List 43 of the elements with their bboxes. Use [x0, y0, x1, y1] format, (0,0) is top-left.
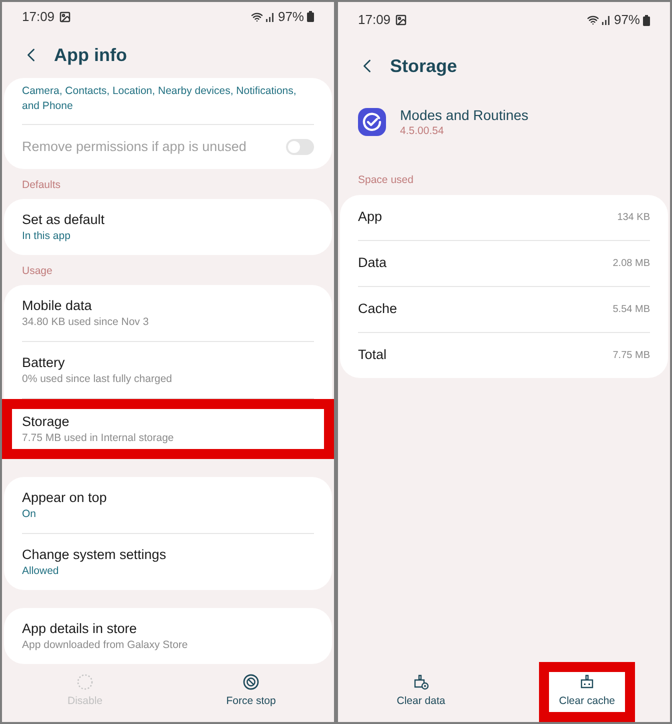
action-button[interactable]: Force stop: [206, 664, 296, 722]
brush-icon: [412, 674, 429, 690]
app-name: Modes and Routines: [400, 106, 528, 124]
section-label: Defaults: [22, 178, 61, 192]
settings-row[interactable]: Mobile data 34.80 KB used since Nov 3: [4, 285, 332, 342]
battery-percent: 97%: [614, 11, 640, 30]
storage-label: App: [358, 208, 382, 226]
battery-icon: [307, 11, 314, 22]
signal-icon: [602, 15, 611, 25]
app-icon: [358, 108, 386, 136]
screen-title: Storage: [390, 54, 458, 78]
settings-row[interactable]: Appear on top On: [4, 477, 332, 534]
settings-row[interactable]: Change system settings Allowed: [4, 534, 332, 590]
wifi-icon: [586, 14, 599, 26]
permissions-list: Camera, Contacts, Location, Nearby devices, Notifications, and Phone: [22, 84, 314, 114]
status-time: 17:09: [358, 11, 391, 30]
wifi-icon: [250, 10, 263, 23]
action-button[interactable]: Clear data: [376, 662, 466, 722]
image-icon: [394, 14, 407, 26]
stop-icon: [242, 674, 259, 690]
image-icon: [58, 10, 71, 23]
section-label: Space used: [358, 173, 414, 188]
storage-label: Cache: [358, 300, 398, 318]
battery-icon: [643, 14, 650, 26]
storage-label: Data: [358, 254, 387, 272]
storage-value: 5.54 MB: [612, 303, 650, 317]
storage-value: 7.75 MB: [612, 349, 650, 363]
storage-label: Total: [358, 346, 387, 364]
app-version: 4.5.00.54: [400, 124, 445, 138]
brush-icon: [579, 674, 595, 690]
section-label: Usage: [22, 264, 52, 278]
status-time: 17:09: [22, 8, 55, 26]
signal-icon: [266, 12, 275, 22]
battery-percent: 97%: [278, 8, 304, 26]
storage-value: 2.08 MB: [612, 257, 650, 271]
settings-row[interactable]: Battery 0% used since last fully charged: [4, 342, 332, 398]
settings-row[interactable]: Storage 7.75 MB used in Internal storage: [2, 399, 334, 460]
settings-row[interactable]: App details in store App downloaded from Galaxy Store: [4, 608, 332, 664]
dotted-circle-icon: [77, 674, 93, 690]
storage-value: 134 KB: [617, 211, 650, 225]
settings-row[interactable]: Set as default In this app: [4, 199, 332, 256]
action-button[interactable]: Clear cache: [538, 662, 636, 722]
screen-title: App info: [54, 44, 127, 67]
